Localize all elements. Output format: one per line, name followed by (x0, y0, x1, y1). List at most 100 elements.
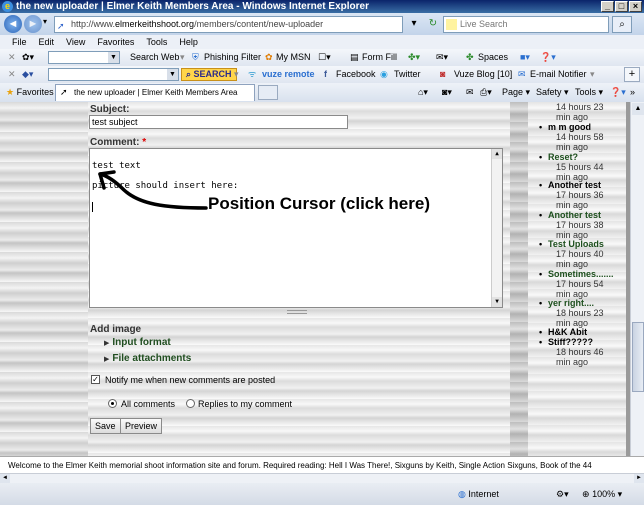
feeds-icon[interactable]: ◙▾ (442, 83, 452, 102)
recent-item: Sometimes....... 17 hours 54 min ago (539, 269, 613, 299)
facebook-icon: f (324, 69, 327, 79)
recent-link[interactable]: yer right.... (539, 298, 604, 308)
recent-link[interactable]: Test Uploads (539, 239, 604, 249)
page-icon: ➚ (60, 87, 68, 97)
protected-mode-icon[interactable]: ⚙▾ (556, 486, 569, 502)
help-icon[interactable]: ❓▾ (610, 83, 626, 102)
menu-help[interactable]: Help (179, 35, 198, 49)
msn-butterfly-icon[interactable]: ✿▾ (22, 49, 34, 66)
search-input[interactable]: Live Search (443, 16, 609, 33)
address-dropdown-icon[interactable]: ▾ (406, 16, 422, 32)
file-attachments-toggle[interactable]: ▶ File attachments (104, 353, 191, 364)
twitter-button[interactable]: Twitter (394, 66, 421, 83)
new-tab-button[interactable] (258, 85, 278, 100)
scroll-down-icon[interactable]: ▼ (492, 297, 502, 307)
toolbar-search-combo[interactable]: ▼ (48, 68, 179, 81)
textarea-scrollbar[interactable]: ▲ ▼ (491, 149, 502, 307)
menu-tools[interactable]: Tools (146, 35, 167, 49)
mail-icon[interactable]: ✉ (466, 83, 474, 102)
recent-link[interactable]: Another test (539, 210, 604, 220)
my-msn-button[interactable]: My MSN (276, 49, 311, 66)
recent-link[interactable]: Reset? (539, 152, 604, 162)
annotation-arrow-icon (98, 170, 208, 210)
history-dropdown-icon[interactable]: ▾ (43, 17, 47, 26)
collapsed-triangle-icon: ▶ (104, 340, 110, 347)
toolbar-search-button[interactable]: ⌕ SEARCH (181, 68, 237, 81)
subject-input[interactable]: test subject (89, 115, 348, 129)
close-toolbar-icon[interactable]: ✕ (8, 66, 16, 83)
more-chevron-icon[interactable]: » (630, 83, 635, 102)
vuze-remote-button[interactable]: vuze remote (262, 66, 315, 83)
tab-current[interactable]: ➚ the new uploader | Elmer Keith Members… (55, 84, 255, 101)
recent-link[interactable]: m m good (539, 122, 604, 132)
notify-checkbox[interactable]: ✓ (91, 375, 100, 384)
zoom-control[interactable]: ⊕ 100% ▾ (582, 486, 622, 502)
toolbar-vuze: ✕ ◆▾ ▼ ⌕ SEARCH ▾ ᯤ vuze remote f Facebo… (0, 66, 644, 83)
mail-icon[interactable]: ✉▾ (436, 49, 448, 66)
recent-link[interactable]: H&K Abit (539, 327, 604, 337)
facebook-button[interactable]: Facebook (336, 66, 376, 83)
scroll-left-icon[interactable]: ◄ (0, 474, 10, 483)
feed-icon[interactable]: ☐▾ (318, 49, 331, 66)
search-web-button[interactable]: Search Web (130, 49, 179, 66)
recent-link[interactable]: Sometimes....... (539, 269, 613, 279)
twitter-icon: ◉ (380, 69, 388, 79)
save-button[interactable]: Save (90, 418, 121, 434)
notify-label: Notify me when new comments are posted (105, 375, 276, 385)
recent-item: yer right.... 18 hours 23 min ago (539, 298, 604, 328)
add-toolbar-button[interactable]: + (624, 67, 640, 82)
safety-menu[interactable]: Safety ▾ (536, 83, 569, 102)
scroll-thumb[interactable] (632, 322, 644, 392)
input-format-toggle[interactable]: ▶ Input format (104, 337, 171, 348)
recent-item: Test Uploads 17 hours 40 min ago (539, 239, 604, 269)
menu-favorites[interactable]: Favorites (97, 35, 134, 49)
spaces-button[interactable]: Spaces (478, 49, 508, 66)
phishing-filter-button[interactable]: Phishing Filter (204, 49, 261, 66)
vuze-blog-button[interactable]: Vuze Blog [10] (454, 66, 512, 83)
menu-bar: File Edit View Favorites Tools Help (0, 35, 644, 49)
form-fill-button[interactable]: Form Fill (362, 49, 397, 66)
back-button[interactable]: ◄ (4, 15, 22, 33)
wifi-icon: ᯤ (248, 69, 257, 79)
favorites-button[interactable]: ★ Favorites (6, 83, 54, 102)
page-icon: ➚ (57, 21, 65, 31)
tools-menu[interactable]: Tools ▾ (575, 83, 603, 102)
close-window-button[interactable]: × (629, 1, 642, 12)
address-input[interactable]: ➚ http://www.elmerkeithshoot.org/members… (54, 16, 403, 33)
search-web-combo[interactable]: ▼ (48, 51, 120, 64)
close-toolbar-icon[interactable]: ✕ (8, 49, 16, 66)
page-vertical-scrollbar[interactable]: ▲ (630, 102, 644, 456)
maximize-button[interactable]: □ (615, 1, 628, 12)
scroll-up-icon[interactable]: ▲ (492, 149, 502, 159)
address-toolbar: ◄ ► ▾ ➚ http://www.elmerkeithshoot.org/m… (0, 13, 644, 35)
menu-file[interactable]: File (12, 35, 27, 49)
email-notifier-button[interactable]: E-mail Notifier (530, 66, 587, 83)
textarea-resize-grip[interactable] (287, 310, 307, 314)
rss-icon: ◙ (440, 69, 446, 79)
help-icon[interactable]: ❓▾ (540, 49, 556, 66)
menu-edit[interactable]: Edit (39, 35, 55, 49)
minimize-button[interactable]: _ (601, 1, 614, 12)
forward-button[interactable]: ► (24, 15, 42, 33)
notebook-icon[interactable]: ■▾ (520, 49, 530, 66)
recent-link[interactable]: Another test (539, 180, 604, 190)
scroll-up-icon[interactable]: ▲ (632, 103, 644, 115)
scroll-right-icon[interactable]: ► (634, 474, 644, 483)
preview-button[interactable]: Preview (120, 418, 163, 434)
recent-item: Reset? 15 hours 44 min ago (539, 152, 604, 182)
search-icon[interactable]: ⌕ (612, 16, 632, 33)
page-horizontal-scrollbar[interactable]: ◄ ► (0, 473, 644, 483)
collapsed-triangle-icon: ▶ (104, 356, 110, 363)
print-icon[interactable]: ⎙▾ (480, 83, 492, 102)
page-menu[interactable]: Page ▾ (502, 83, 530, 102)
home-icon[interactable]: ⌂▾ (418, 83, 428, 102)
menu-view[interactable]: View (66, 35, 85, 49)
radio-replies[interactable] (186, 399, 195, 408)
radio-all-comments[interactable] (108, 399, 117, 408)
refresh-icon[interactable]: ↻ (425, 16, 441, 32)
clover-icon[interactable]: ✤▾ (408, 49, 420, 66)
security-zone: ◍ Internet (458, 489, 499, 499)
recent-link-continued[interactable]: Stiff????? (539, 337, 604, 347)
toolbar-logo-icon[interactable]: ◆▾ (22, 66, 33, 83)
radio-replies-label: Replies to my comment (198, 399, 293, 409)
